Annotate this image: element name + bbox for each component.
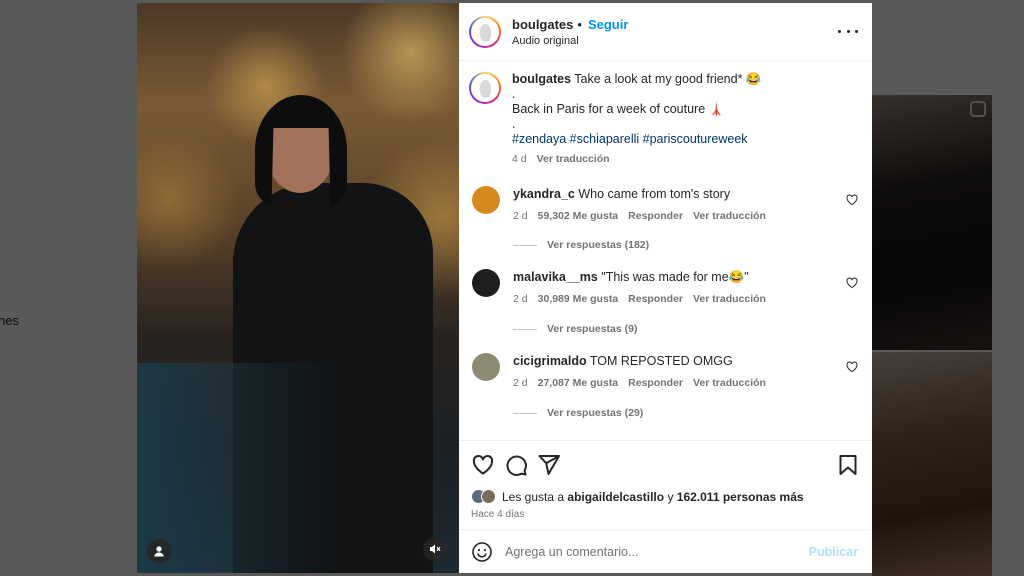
add-comment-bar: Publicar bbox=[459, 529, 872, 573]
likes-conjunction: y bbox=[667, 489, 674, 504]
emoji-icon[interactable] bbox=[471, 541, 493, 563]
comment-likes[interactable]: 27,087 Me gusta bbox=[538, 377, 619, 389]
translate-link[interactable]: Ver traducción bbox=[693, 377, 766, 389]
post-caption: boulgates Take a look at my good friend*… bbox=[469, 72, 842, 167]
reply-button[interactable]: Responder bbox=[628, 293, 683, 305]
caption-username[interactable]: boulgates bbox=[512, 72, 571, 86]
caption-line: . bbox=[512, 87, 516, 101]
caption-line: Back in Paris for a week of couture 🗼 bbox=[512, 102, 725, 116]
comment-age[interactable]: 2 d bbox=[513, 210, 528, 222]
like-comment-icon[interactable] bbox=[846, 361, 858, 373]
comment-input[interactable] bbox=[505, 544, 795, 559]
tagged-user-button[interactable] bbox=[147, 539, 171, 563]
commenter-username[interactable]: cicigrimaldo bbox=[513, 354, 587, 368]
liker-avatar bbox=[481, 489, 496, 504]
liker-username[interactable]: abigaildelcastillo bbox=[567, 490, 664, 504]
comment-item: cicigrimaldo TOM REPOSTED OMGG 2 d 27,08… bbox=[472, 353, 862, 423]
post-time[interactable]: Hace 4 días bbox=[471, 509, 524, 520]
view-replies-label: Ver respuestas (182) bbox=[547, 239, 650, 251]
comment-item: ykandra_c Who came from tom's story 2 d … bbox=[472, 186, 862, 256]
like-comment-icon[interactable] bbox=[846, 194, 858, 206]
author-avatar[interactable] bbox=[469, 15, 501, 48]
commenter-username[interactable]: malavika__ms bbox=[513, 270, 598, 284]
caption-text: Take a look at my good friend* 😂 bbox=[574, 72, 762, 86]
commenter-avatar[interactable] bbox=[472, 186, 500, 214]
view-replies-label: Ver respuestas (9) bbox=[547, 323, 638, 335]
mute-button[interactable] bbox=[423, 537, 447, 561]
more-options-button[interactable] bbox=[838, 23, 858, 39]
caption-translate-link[interactable]: Ver traducción bbox=[537, 152, 610, 167]
comment-likes[interactable]: 59,302 Me gusta bbox=[538, 210, 619, 222]
publish-button[interactable]: Publicar bbox=[809, 545, 858, 559]
translate-link[interactable]: Ver traducción bbox=[693, 293, 766, 305]
commenter-avatar[interactable] bbox=[472, 269, 500, 297]
post-header: boulgates • Seguir Audio original bbox=[459, 3, 872, 61]
follow-button[interactable]: Seguir bbox=[588, 17, 628, 32]
comment-item: malavika__ms "This was made for me😂" 2 d… bbox=[472, 269, 862, 339]
commenter-avatar[interactable] bbox=[472, 353, 500, 381]
more-dot-icon bbox=[855, 29, 858, 33]
share-icon[interactable] bbox=[537, 453, 561, 477]
like-comment-icon[interactable] bbox=[846, 277, 858, 289]
reply-button[interactable]: Responder bbox=[628, 210, 683, 222]
likes-summary[interactable]: Les gusta a abigaildelcastillo y 162.011… bbox=[471, 489, 804, 504]
save-icon[interactable] bbox=[836, 453, 860, 477]
like-icon[interactable] bbox=[471, 453, 495, 477]
comment-age[interactable]: 2 d bbox=[513, 293, 528, 305]
comments-list[interactable]: boulgates Take a look at my good friend*… bbox=[459, 62, 872, 440]
reply-button[interactable]: Responder bbox=[628, 377, 683, 389]
view-replies-button[interactable]: Ver respuestas (29) bbox=[513, 407, 643, 419]
comment-age[interactable]: 2 d bbox=[513, 377, 528, 389]
post-media[interactable] bbox=[137, 3, 459, 573]
view-replies-label: Ver respuestas (29) bbox=[547, 407, 644, 419]
likes-prefix: Les gusta a bbox=[502, 489, 565, 504]
comment-likes[interactable]: 30,989 Me gusta bbox=[538, 293, 619, 305]
audio-label[interactable]: Audio original bbox=[512, 35, 628, 47]
likes-others[interactable]: 162.011 personas más bbox=[677, 490, 804, 504]
more-dot-icon bbox=[846, 29, 850, 33]
caption-hashtags[interactable]: #zendaya #schiaparelli #pariscoutureweek bbox=[512, 132, 842, 147]
comment-text: Who came from tom's story bbox=[578, 187, 731, 201]
commenter-username[interactable]: ykandra_c bbox=[513, 187, 575, 201]
caption-line: . bbox=[512, 117, 516, 131]
view-replies-button[interactable]: Ver respuestas (9) bbox=[513, 323, 637, 335]
post-actions: Les gusta a abigaildelcastillo y 162.011… bbox=[459, 440, 872, 573]
translate-link[interactable]: Ver traducción bbox=[693, 210, 766, 222]
caption-avatar[interactable] bbox=[469, 72, 501, 104]
muted-speaker-icon bbox=[430, 544, 441, 554]
caption-age[interactable]: 4 d bbox=[512, 152, 527, 167]
view-replies-button[interactable]: Ver respuestas (182) bbox=[513, 239, 649, 251]
comment-text: TOM REPOSTED OMGG bbox=[589, 354, 733, 368]
user-icon bbox=[154, 546, 164, 557]
separator-dot: • bbox=[577, 16, 582, 32]
comment-icon[interactable] bbox=[504, 453, 528, 477]
author-username[interactable]: boulgates bbox=[512, 17, 573, 32]
post-panel: boulgates • Seguir Audio original boulga… bbox=[459, 3, 872, 573]
comment-text: "This was made for me😂" bbox=[601, 270, 749, 284]
more-dot-icon bbox=[838, 29, 841, 33]
